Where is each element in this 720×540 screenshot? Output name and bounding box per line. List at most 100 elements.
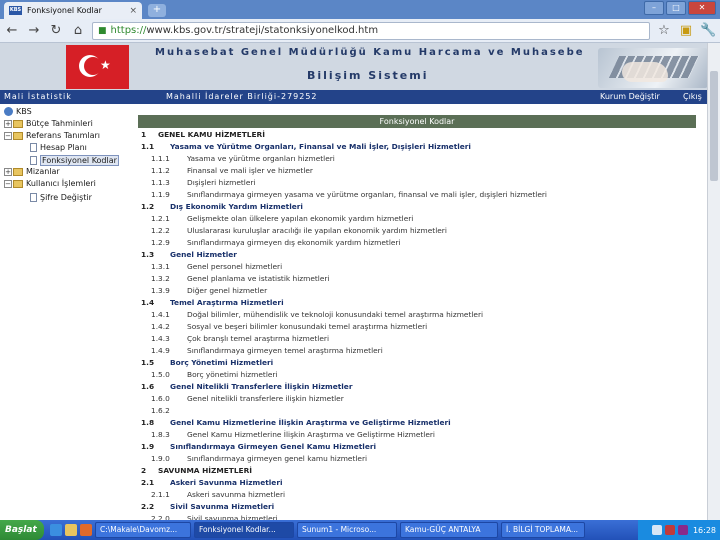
expand-icon[interactable]: + — [4, 167, 12, 176]
taskbar-task[interactable]: İ. BİLGİ TOPLAMA... — [501, 522, 585, 538]
institution-name: Mahalli İdareler Birliği-279252 — [166, 92, 318, 101]
code-description: Diğer genel hizmetler — [187, 286, 268, 295]
code-row: 1.2 Dış Ekonomik Yardım Hizmetleri — [138, 200, 698, 212]
code-row: 1.3.9 Diğer genel hizmetler — [138, 284, 698, 296]
code-description: Dışişleri hizmetleri — [187, 178, 256, 187]
site-favicon-icon: KBS — [9, 6, 22, 15]
code-number: 1 — [141, 130, 147, 139]
firefox-icon[interactable] — [80, 524, 92, 536]
tree-item-sifre-degistir[interactable]: Şifre Değiştir — [30, 193, 92, 202]
code-row: 1.1.3 Dışişleri hizmetleri — [138, 176, 698, 188]
taskbar-task[interactable]: Kamu-GÜÇ ANTALYA — [400, 522, 498, 538]
tree-item-kullanici-islemleri[interactable]: − Kullanıcı İşlemleri — [4, 179, 96, 188]
code-description: Sınıflandırmaya girmeyen yasama ve yürüt… — [187, 190, 547, 199]
tray-icon[interactable] — [651, 525, 662, 535]
tree-item-label: Fonksiyonel Kodlar — [40, 155, 119, 166]
minimize-button[interactable]: – — [644, 1, 664, 15]
document-icon — [30, 143, 37, 152]
code-row: 1.3 Genel Hizmetler — [138, 248, 698, 260]
scrollbar-thumb[interactable] — [710, 71, 718, 181]
code-row: 1.6.2 — [138, 404, 698, 416]
code-description: Dış Ekonomik Yardım Hizmetleri — [170, 202, 303, 211]
folder-icon[interactable] — [65, 524, 77, 536]
code-number: 2.1.1 — [151, 490, 170, 499]
collapse-icon[interactable]: − — [4, 179, 12, 188]
tab-title: Fonksiyonel Kodlar — [27, 6, 102, 15]
code-row: 1.3.2 Genel planlama ve istatistik hizmet… — [138, 272, 698, 284]
code-row: 2.1.1 Askeri savunma hizmetleri — [138, 488, 698, 500]
code-description: Çok branşlı temel araştırma hizmetleri — [187, 334, 329, 343]
code-number: 1.6.2 — [151, 406, 170, 415]
code-description: Sivil Savunma Hizmetleri — [170, 502, 275, 511]
code-row: 1.1.2 Finansal ve mali işler ve hizmetler — [138, 164, 698, 176]
code-number: 1.5 — [141, 358, 155, 367]
taskbar-task[interactable]: C:\Makale\Davomz... — [95, 522, 191, 538]
code-description: Sınıflandırmaya girmeyen dış ekonomik ya… — [187, 238, 401, 247]
tab-close-icon[interactable]: × — [129, 6, 137, 16]
extension-icon[interactable]: ▣ — [678, 23, 694, 39]
tree-item-mizanlar[interactable]: + Mizanlar — [4, 167, 60, 176]
taskbar-task[interactable]: Fonksiyonel Kodlar... — [194, 522, 294, 538]
code-number: 1.4 — [141, 298, 155, 307]
close-window-button[interactable]: ✕ — [688, 1, 716, 15]
url-text: www.kbs.gov.tr/strateji/statonksiyonelko… — [146, 25, 379, 36]
star-bookmark-icon[interactable]: ☆ — [656, 23, 672, 39]
tray-icon[interactable] — [664, 525, 675, 535]
code-number: 1.4.2 — [151, 322, 170, 331]
folder-open-icon — [13, 179, 23, 188]
tree-root[interactable]: KBS — [4, 107, 32, 116]
code-description: Yasama ve yürütme organları hizmetleri — [187, 154, 335, 163]
maximize-button[interactable]: □ — [666, 1, 686, 15]
code-number: 1.3.9 — [151, 286, 170, 295]
banner-title-line2: Bilişim Sistemi — [307, 69, 429, 82]
code-row: 1 GENEL KAMU HİZMETLERİ — [138, 128, 698, 140]
forward-arrow-icon[interactable]: → — [26, 23, 42, 39]
home-icon[interactable]: ⌂ — [70, 23, 86, 39]
tray-icon[interactable] — [677, 525, 688, 535]
lock-icon: ■ — [98, 25, 107, 36]
change-institution-link[interactable]: Kurum Değiştir — [600, 92, 660, 101]
code-row: 1.1 Yasama ve Yürütme Organları, Finansal… — [138, 140, 698, 152]
code-number: 1.3 — [141, 250, 155, 259]
code-number: 1.3.1 — [151, 262, 170, 271]
code-description: Borç Yönetimi Hizmetleri — [170, 358, 274, 367]
code-row: 1.2.2 Uluslararası kuruluşlar aracılığı i… — [138, 224, 698, 236]
wrench-menu-icon[interactable]: 🔧 — [700, 23, 716, 39]
start-button[interactable]: Başlat — [0, 520, 44, 540]
code-number: 1.1.9 — [151, 190, 170, 199]
code-row: 1.4.9 Sınıflandırmaya girmeyen temel araş… — [138, 344, 698, 356]
expand-icon[interactable]: + — [4, 119, 12, 128]
new-tab-button[interactable]: + — [148, 4, 166, 17]
browser-tab[interactable]: KBS Fonksiyonel Kodlar × — [4, 2, 142, 19]
tree-item-referans-tanimlari[interactable]: − Referans Tanımları — [4, 131, 100, 140]
top-navbar: Mali İstatistik Mahalli İdareler Birliği… — [0, 90, 720, 104]
vertical-scrollbar[interactable] — [707, 43, 720, 520]
reload-icon[interactable]: ↻ — [48, 23, 64, 39]
taskbar-task[interactable]: Sunum1 - Microso... — [297, 522, 397, 538]
tree-item-fonksiyonel-kodlar[interactable]: Fonksiyonel Kodlar — [30, 155, 119, 166]
document-icon — [30, 156, 37, 165]
code-description: Sınıflandırmaya girmeyen genel kamu hizm… — [187, 454, 368, 463]
tree-root-label: KBS — [16, 107, 32, 116]
tree-item-hesap-plani[interactable]: Hesap Planı — [30, 143, 87, 152]
document-icon — [30, 193, 37, 202]
keyboard-image — [598, 48, 708, 88]
code-description: Genel planlama ve istatistik hizmetleri — [187, 274, 330, 283]
functional-code-list: 1 GENEL KAMU HİZMETLERİ 1.1 Yasama ve Yürüt… — [138, 128, 698, 520]
code-description: Genel Kamu Hizmetlerine İlişkin Araştırm… — [170, 418, 451, 427]
code-number: 2.1 — [141, 478, 155, 487]
back-arrow-icon[interactable]: ← — [4, 23, 20, 39]
code-row: 2.2 Sivil Savunma Hizmetleri — [138, 500, 698, 512]
code-number: 1.2.2 — [151, 226, 170, 235]
code-number: 1.5.0 — [151, 370, 170, 379]
address-bar[interactable]: ■ https:// www.kbs.gov.tr/strateji/stato… — [92, 21, 650, 40]
code-number: 2 — [141, 466, 147, 475]
tree-item-label: Kullanıcı İşlemleri — [26, 179, 96, 188]
code-number: 1.1.3 — [151, 178, 170, 187]
logout-link[interactable]: Çıkış — [683, 92, 702, 101]
quick-launch — [50, 524, 92, 536]
tree-item-butce-tahminleri[interactable]: + Bütçe Tahminleri — [4, 119, 93, 128]
ie-icon[interactable] — [50, 524, 62, 536]
tree-item-label: Şifre Değiştir — [40, 193, 92, 202]
collapse-icon[interactable]: − — [4, 131, 12, 140]
